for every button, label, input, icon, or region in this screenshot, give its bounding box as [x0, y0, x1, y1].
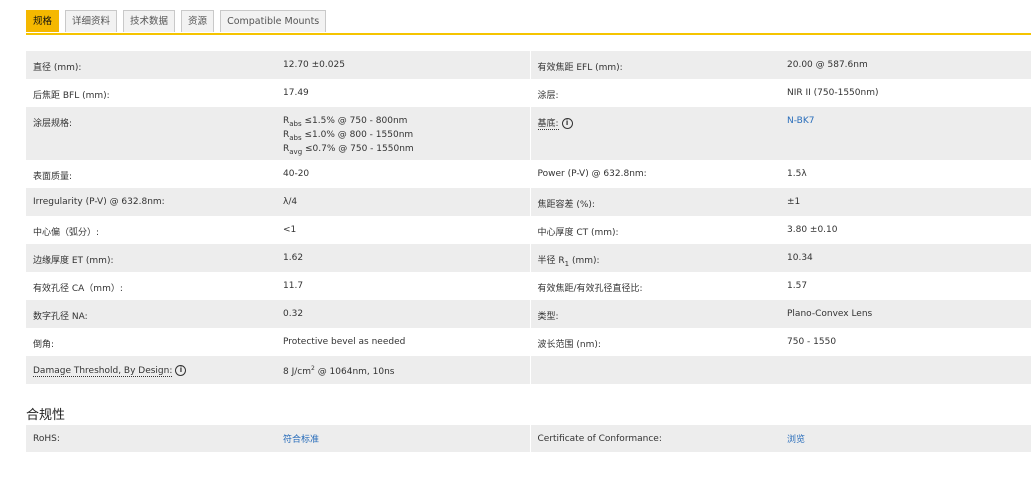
spec-value: <1	[283, 225, 297, 235]
spec-value: 1.5λ	[787, 169, 807, 179]
spec-label: 波长范围 (nm):	[529, 328, 780, 356]
rohs-link[interactable]: 符合标准	[276, 425, 530, 452]
compliance-label: RoHS:	[26, 425, 276, 452]
substrate-label[interactable]: 基底: i	[529, 107, 780, 160]
compliance-table: RoHS: 符合标准 Certificate of Conformance: 浏…	[26, 425, 1031, 452]
spec-label: 焦距容差 (%):	[529, 188, 780, 216]
spec-value: Protective bevel as needed	[283, 337, 406, 347]
coating-line: Rabs ≤1.0% @ 800 - 1550nm	[283, 129, 414, 142]
spec-label: 有效孔径 CA（mm）:	[33, 284, 123, 294]
empty-cell	[780, 356, 1031, 384]
spec-label: 类型:	[529, 300, 780, 328]
table-row: 有效孔径 CA（mm）: 11.7 有效焦距/有效孔径直径比: 1.57	[26, 272, 1031, 300]
spec-label: 表面质量:	[33, 172, 73, 182]
compliance-label: Certificate of Conformance:	[529, 425, 780, 452]
tab-bar: 规格 详细资料 技术数据 资源 Compatible Mounts	[26, 10, 327, 34]
table-row: 中心偏（弧分）: <1 中心厚度 CT (mm): 3.80 ±0.10	[26, 216, 1031, 244]
table-row: 表面质量: 40-20 Power (P-V) @ 632.8nm: 1.5λ	[26, 160, 1031, 188]
table-row: Irregularity (P-V) @ 632.8nm: λ/4 焦距容差 (…	[26, 188, 1031, 216]
spec-label: 数字孔径 NA:	[26, 300, 276, 328]
table-row: Damage Threshold, By Design: i 8 J/cm2 @ …	[26, 356, 1031, 384]
spec-label: Power (P-V) @ 632.8nm:	[529, 160, 780, 188]
spec-label: 边缘厚度 ET (mm):	[26, 244, 276, 272]
spec-value: 3.80 ±0.10	[787, 225, 838, 235]
spec-value: ±1	[780, 188, 1031, 216]
spec-value: 750 - 1550	[787, 337, 837, 347]
spec-label: 直径 (mm):	[26, 51, 276, 79]
certificate-link[interactable]: 浏览	[780, 425, 1031, 452]
table-row: 后焦距 BFL (mm): 17.49 涂层: NIR II (750-1550…	[26, 79, 1031, 107]
table-row: 涂层规格: Rabs ≤1.5% @ 750 - 800nm Rabs ≤1.0…	[26, 107, 1031, 160]
substrate-link[interactable]: N-BK7	[780, 107, 1031, 160]
tab-compatible-mounts[interactable]: Compatible Mounts	[220, 10, 327, 32]
coating-spec-value: Rabs ≤1.5% @ 750 - 800nm Rabs ≤1.0% @ 80…	[276, 107, 530, 160]
tab-specifications[interactable]: 规格	[26, 10, 60, 32]
compliance-heading: 合规性	[26, 408, 66, 423]
spec-value: 1.62	[276, 244, 530, 272]
damage-threshold-value: 8 J/cm2 @ 1064nm, 10ns	[276, 356, 530, 384]
tab-technical-data[interactable]: 技术数据	[123, 10, 176, 32]
spec-value: 12.70 ±0.025	[276, 51, 530, 79]
table-row: 倒角: Protective bevel as needed 波长范围 (nm)…	[26, 328, 1031, 356]
table-row: 直径 (mm): 12.70 ±0.025 有效焦距 EFL (mm): 20.…	[26, 51, 1031, 79]
spec-value: 10.34	[780, 244, 1031, 272]
spec-value: NIR II (750-1550nm)	[787, 88, 879, 98]
spec-label: Irregularity (P-V) @ 632.8nm:	[26, 188, 276, 216]
info-icon[interactable]: i	[561, 118, 573, 129]
tab-resources[interactable]: 资源	[181, 10, 215, 32]
coating-line: Rabs ≤1.5% @ 750 - 800nm	[283, 116, 408, 128]
spec-label: 倒角:	[33, 340, 55, 350]
table-row: RoHS: 符合标准 Certificate of Conformance: 浏…	[26, 425, 1031, 452]
spec-label: 中心厚度 CT (mm):	[529, 216, 780, 244]
spec-label: 中心偏（弧分）:	[33, 228, 100, 238]
spec-label: 后焦距 BFL (mm):	[33, 91, 110, 101]
info-icon[interactable]: i	[175, 365, 187, 376]
tab-details[interactable]: 详细资料	[65, 10, 118, 32]
coating-line: Ravg ≤0.7% @ 750 - 1550nm	[283, 143, 414, 156]
damage-threshold-label[interactable]: Damage Threshold, By Design: i	[26, 356, 276, 384]
spec-label: 涂层:	[529, 79, 780, 107]
spec-value: 11.7	[283, 281, 304, 291]
empty-cell	[529, 356, 780, 384]
spec-value: 17.49	[283, 88, 309, 98]
table-row: 数字孔径 NA: 0.32 类型: Plano-Convex Lens	[26, 300, 1031, 328]
tab-underline	[26, 33, 1031, 35]
table-row: 边缘厚度 ET (mm): 1.62 半径 R1 (mm): 10.34	[26, 244, 1031, 272]
spec-label: 有效焦距/有效孔径直径比:	[529, 272, 780, 300]
specifications-table: 直径 (mm): 12.70 ±0.025 有效焦距 EFL (mm): 20.…	[26, 51, 1031, 384]
radius-label: 半径 R1 (mm):	[529, 244, 780, 272]
spec-label: 有效焦距 EFL (mm):	[529, 51, 780, 79]
spec-value: λ/4	[276, 188, 530, 216]
spec-value: 1.57	[787, 281, 808, 291]
spec-value: 0.32	[276, 300, 530, 328]
spec-value: 20.00 @ 587.6nm	[780, 51, 1031, 79]
spec-label: 涂层规格:	[26, 107, 276, 160]
spec-value: 40-20	[283, 169, 310, 179]
spec-value: Plano-Convex Lens	[780, 300, 1031, 328]
